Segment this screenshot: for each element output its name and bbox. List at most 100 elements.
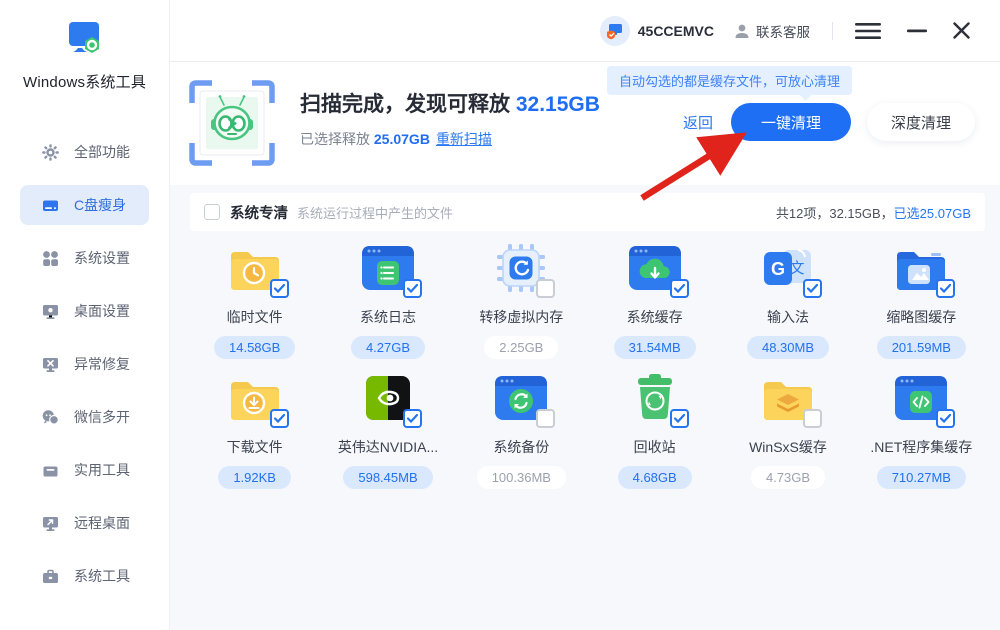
contact-support-label: 联系客服: [756, 21, 810, 41]
item-size-badge: 14.58GB: [214, 336, 295, 359]
sidebar-item-label: 远程桌面: [74, 513, 130, 533]
cleanup-item-input-method[interactable]: 文 G 输入法 48.30MB: [721, 242, 854, 359]
selected-size: 25.07GB: [374, 131, 430, 147]
item-checkbox[interactable]: [670, 409, 689, 428]
hamburger-icon: [855, 22, 881, 40]
sidebar-item-system-tools[interactable]: 系统工具: [20, 556, 149, 596]
item-size-badge: 4.27GB: [351, 336, 425, 359]
cleanup-item-nvidia[interactable]: 英伟达NVIDIA... 598.45MB: [321, 372, 454, 489]
section-summary: 共12项，32.15GB，已选25.07GB: [776, 203, 971, 222]
cleanup-item-download-files[interactable]: 下载文件 1.92KB: [188, 372, 321, 489]
sidebar-item-label: 异常修复: [74, 354, 130, 374]
sidebar-item-wechat-multi[interactable]: 微信多开: [20, 397, 149, 437]
auto-select-tooltip: 自动勾选的都是缓存文件，可放心清理: [607, 66, 852, 95]
item-checkbox[interactable]: [270, 409, 289, 428]
titlebar-divider: [832, 22, 833, 40]
item-checkbox[interactable]: [670, 279, 689, 298]
cleanup-item-thumbnail-cache[interactable]: 缩略图缓存 201.59MB: [855, 242, 988, 359]
user-badge-icon: [600, 16, 630, 46]
item-label: 系统备份: [493, 437, 549, 457]
sidebar-item-utility-tools[interactable]: 实用工具: [20, 450, 149, 490]
toolbox-icon: [42, 462, 59, 479]
cleanup-item-system-logs[interactable]: 系统日志 4.27GB: [321, 242, 454, 359]
repair-icon: [42, 356, 59, 373]
section-header: 系统专清 系统运行过程中产生的文件 共12项，32.15GB，已选25.07GB: [190, 193, 985, 231]
item-label: WinSxS缓存: [749, 437, 827, 457]
cleanup-item-recycle-bin[interactable]: 回收站 4.68GB: [588, 372, 721, 489]
item-size-badge: 598.45MB: [343, 466, 432, 489]
title-bar: 45CCEMVC 联系客服: [170, 0, 1000, 62]
scan-result: 扫描完成，发现可释放 32.15GB 已选择释放 25.07GB重新扫描: [300, 88, 600, 149]
item-checkbox[interactable]: [403, 279, 422, 298]
gear-icon: [42, 144, 59, 161]
item-label: 缩略图缓存: [886, 307, 956, 327]
sidebar-item-remote-desktop[interactable]: 远程桌面: [20, 503, 149, 543]
item-checkbox[interactable]: [936, 409, 955, 428]
main-panel: 45CCEMVC 联系客服: [170, 0, 1000, 630]
item-checkbox[interactable]: [803, 409, 822, 428]
sidebar-item-label: 微信多开: [74, 407, 130, 427]
menu-button[interactable]: [855, 22, 881, 40]
deep-clean-button[interactable]: 深度清理: [867, 103, 975, 141]
one-click-clean-button[interactable]: 一键清理: [731, 103, 851, 141]
sidebar-item-all-functions[interactable]: 全部功能: [20, 132, 149, 172]
item-label: 临时文件: [227, 307, 283, 327]
drive-icon: [42, 197, 59, 214]
item-label: 回收站: [634, 437, 676, 457]
person-icon: [734, 23, 750, 39]
cleanup-item-system-cache[interactable]: 系统缓存 31.54MB: [588, 242, 721, 359]
app-logo: Windows系统工具: [0, 0, 169, 92]
sidebar-item-repair[interactable]: 异常修复: [20, 344, 149, 384]
back-link[interactable]: 返回: [683, 112, 713, 133]
item-checkbox[interactable]: [936, 279, 955, 298]
user-id-group[interactable]: 45CCEMVC: [600, 16, 714, 46]
cleanup-item-temp-files[interactable]: 临时文件 14.58GB: [188, 242, 321, 359]
cleanup-item-dotnet-cache[interactable]: .NET程序集缓存 710.27MB: [855, 372, 988, 489]
selected-summary: 已选25.07GB: [894, 206, 971, 221]
releasable-size: 32.15GB: [516, 93, 600, 116]
robot-mascot-icon: [188, 79, 276, 172]
sidebar-item-system-settings[interactable]: 系统设置: [20, 238, 149, 278]
sidebar: Windows系统工具 全部: [0, 0, 170, 630]
app-logo-icon: [64, 17, 106, 59]
cleanup-item-system-backup[interactable]: 系统备份 100.36MB: [455, 372, 588, 489]
close-icon: [953, 22, 970, 39]
cleanup-item-virtual-memory[interactable]: 转移虚拟内存 2.25GB: [455, 242, 588, 359]
item-size-badge: 100.36MB: [477, 466, 566, 489]
item-size-badge: 48.30MB: [747, 336, 829, 359]
rescan-link[interactable]: 重新扫描: [436, 131, 492, 147]
sidebar-item-label: 系统工具: [74, 566, 130, 586]
chat-bubbles-icon: [42, 409, 59, 426]
cleanup-items-grid: 临时文件 14.58GB 系统日志: [188, 242, 988, 489]
sidebar-item-label: 全部功能: [74, 142, 130, 162]
item-checkbox[interactable]: [270, 279, 289, 298]
minimize-button[interactable]: [907, 29, 927, 33]
item-checkbox[interactable]: [403, 409, 422, 428]
item-checkbox[interactable]: [803, 279, 822, 298]
item-size-badge: 4.68GB: [618, 466, 692, 489]
select-all-checkbox[interactable]: [204, 204, 220, 220]
item-label: .NET程序集缓存: [870, 437, 972, 457]
item-label: 系统缓存: [627, 307, 683, 327]
minimize-icon: [907, 29, 927, 33]
item-label: 下载文件: [227, 437, 283, 457]
contact-support[interactable]: 联系客服: [734, 21, 810, 41]
item-checkbox[interactable]: [536, 279, 555, 298]
item-label: 输入法: [767, 307, 809, 327]
sidebar-item-desktop-settings[interactable]: 桌面设置: [20, 291, 149, 331]
item-label: 转移虚拟内存: [479, 307, 563, 327]
sidebar-menu: 全部功能 C盘瘦身 系统设置: [0, 132, 169, 596]
item-size-badge: 31.54MB: [614, 336, 696, 359]
section-title: 系统专清: [230, 202, 288, 223]
sidebar-item-label: 桌面设置: [74, 301, 130, 321]
sidebar-item-label: C盘瘦身: [74, 195, 126, 215]
sidebar-item-label: 系统设置: [74, 248, 130, 268]
sidebar-item-c-drive-slim[interactable]: C盘瘦身: [20, 185, 149, 225]
item-label: 英伟达NVIDIA...: [338, 437, 438, 457]
item-size-badge: 710.27MB: [877, 466, 966, 489]
item-checkbox[interactable]: [536, 409, 555, 428]
cleanup-item-winsxs-cache[interactable]: WinSxS缓存 4.73GB: [721, 372, 854, 489]
action-buttons: 返回 一键清理 深度清理: [683, 103, 975, 141]
close-button[interactable]: [953, 22, 970, 39]
sidebar-item-label: 实用工具: [74, 460, 130, 480]
